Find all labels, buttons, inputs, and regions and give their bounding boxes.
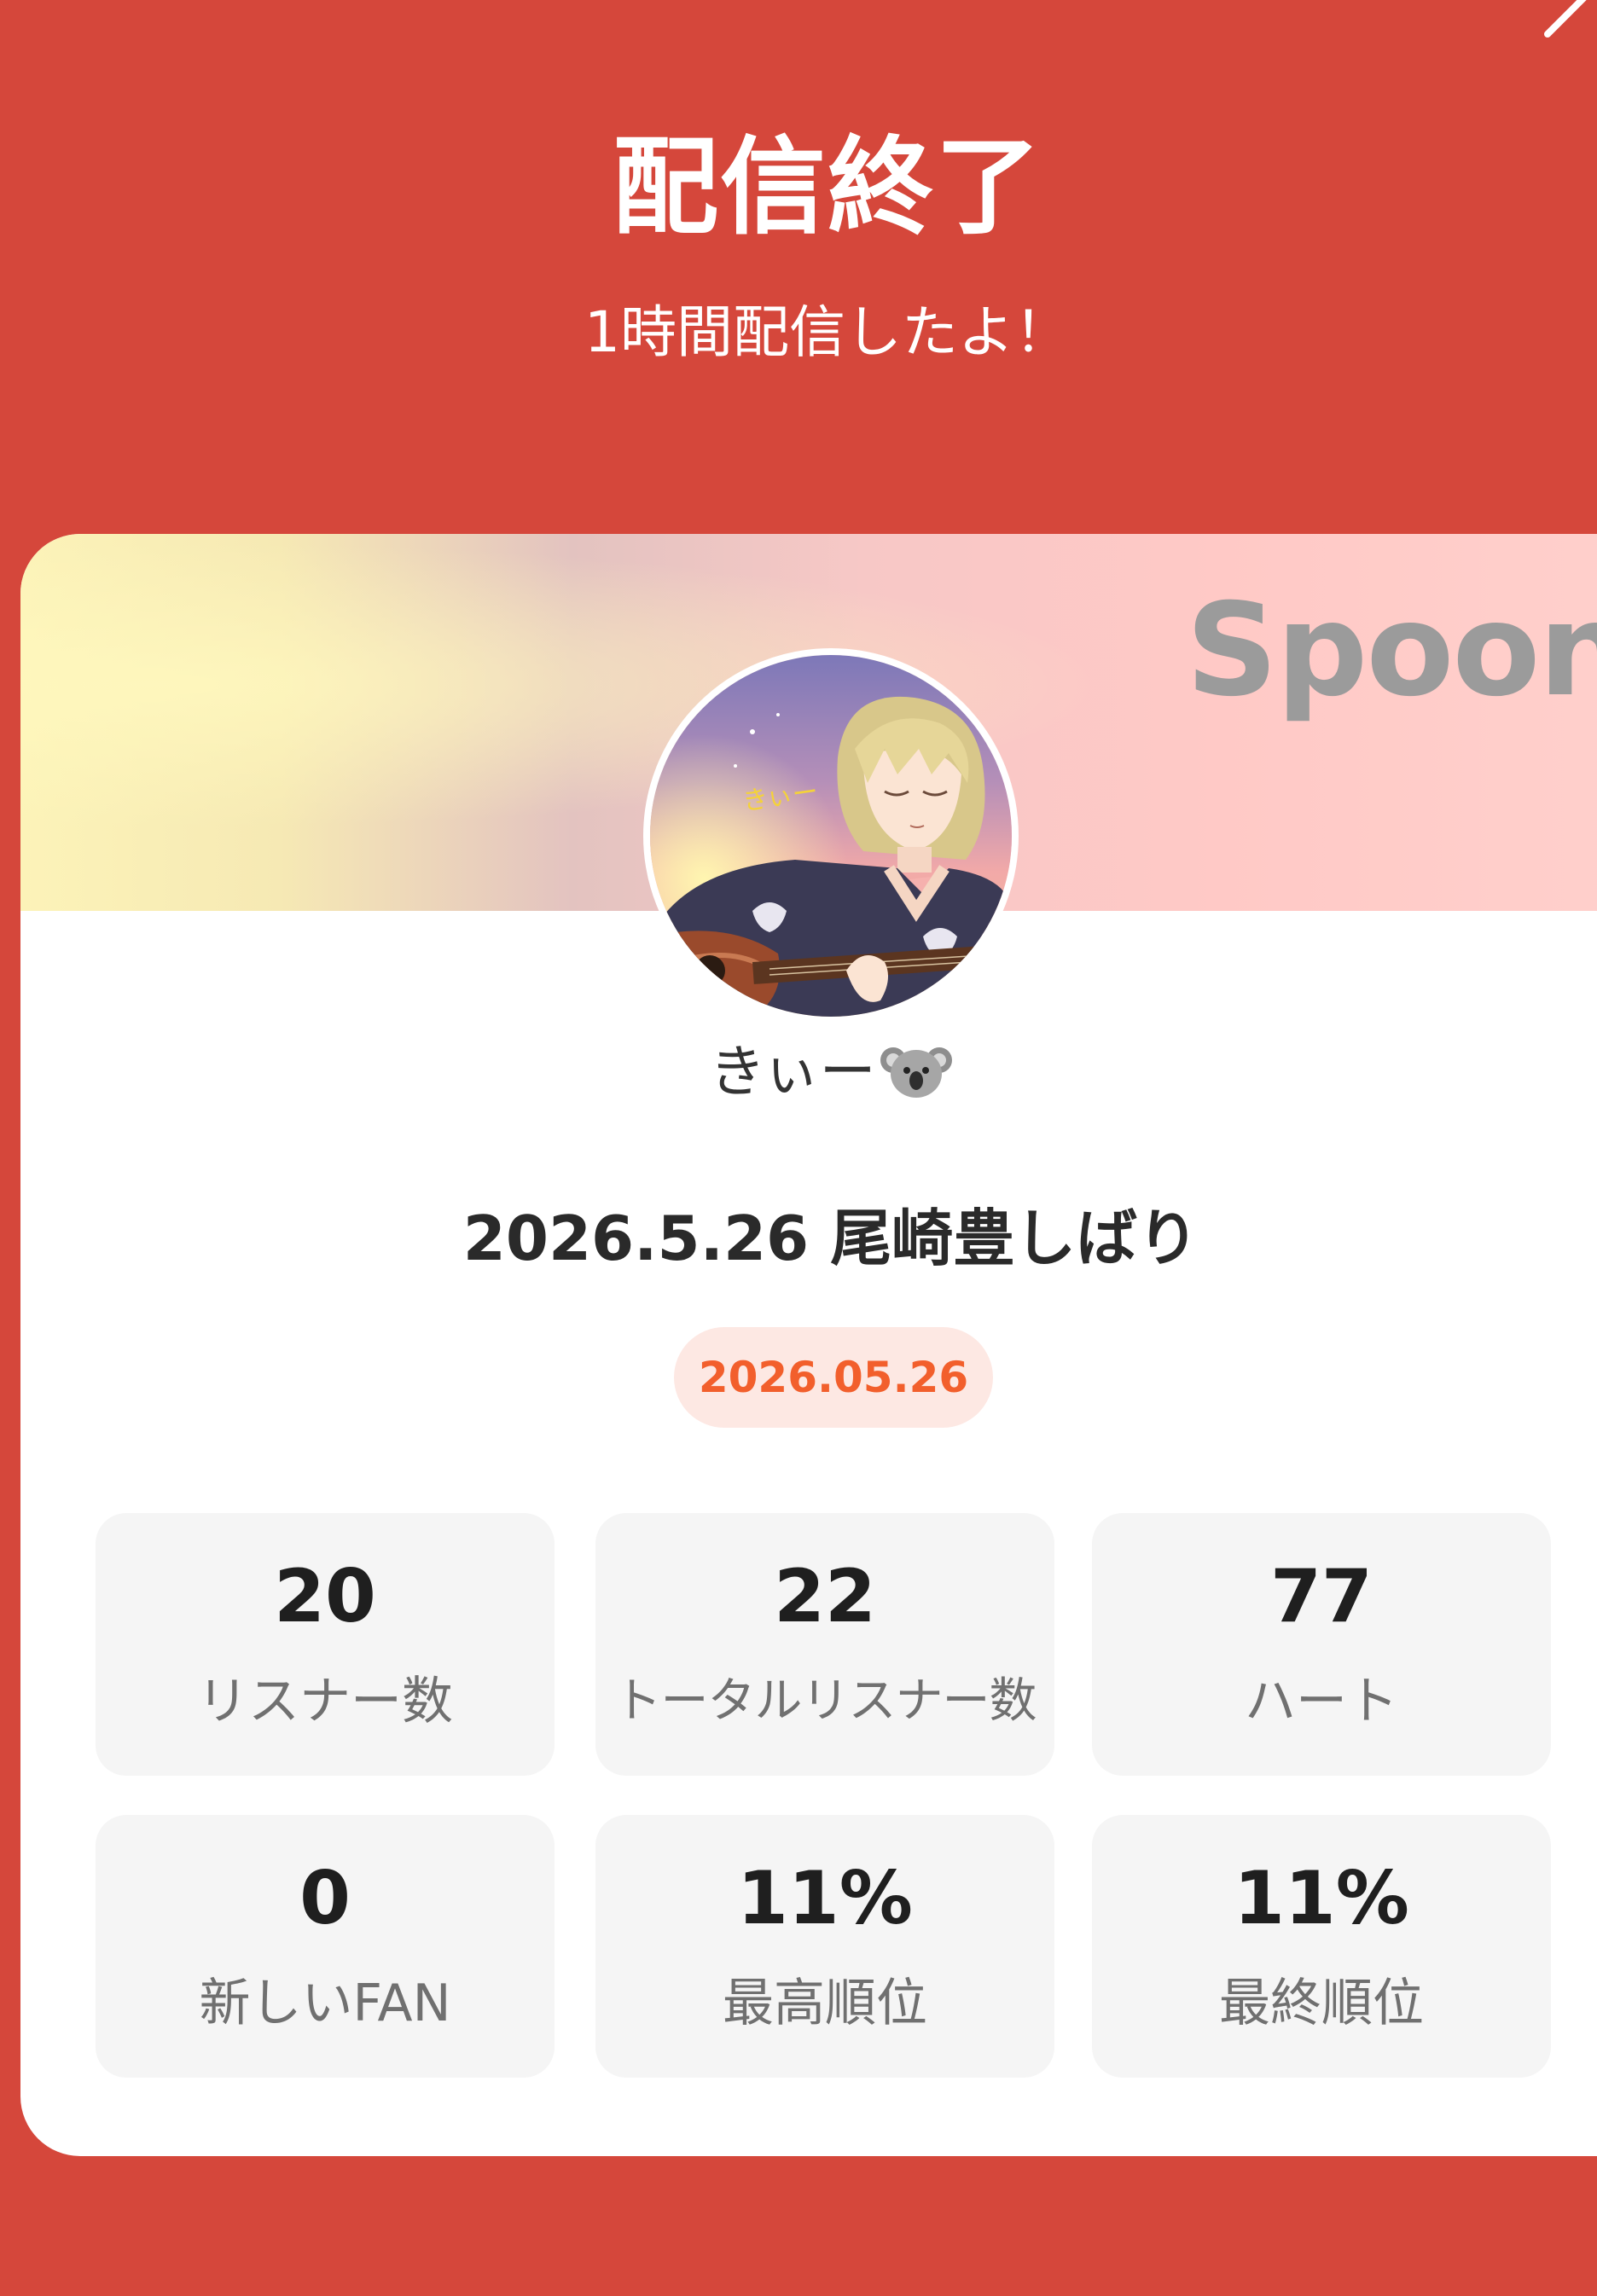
username-text: きぃー <box>709 1039 876 1105</box>
stat-total-listeners: 22 トータルリスナー数 <box>595 1513 1054 1776</box>
close-button[interactable] <box>1536 0 1597 43</box>
stat-label: 新しいFAN <box>199 1974 451 2033</box>
page-title: 配信終了 <box>612 126 1042 249</box>
stat-highest-rank: 11% 最高順位 <box>595 1815 1054 2078</box>
stat-hearts: 77 ハート <box>1092 1513 1551 1776</box>
avatar-illustration: きぃー <box>650 655 1012 1017</box>
stat-listeners: 20 リスナー数 <box>96 1513 555 1776</box>
stat-label: ハート <box>1245 1672 1398 1731</box>
koala-icon <box>880 1047 952 1098</box>
username[interactable]: きぃー <box>20 1034 1597 1110</box>
stat-value: 11% <box>1234 1856 1409 1941</box>
page-subtitle: 1時間配信したよ！ <box>584 299 1071 365</box>
stat-label: 最高順位 <box>723 1974 927 2033</box>
date-badge: 2026.05.26 <box>674 1327 993 1428</box>
spoon-logo: Spoon <box>1186 577 1597 725</box>
stat-value: 77 <box>1270 1554 1373 1639</box>
stat-value: 0 <box>299 1856 351 1941</box>
stat-label: トータルリスナー数 <box>613 1673 1037 1729</box>
close-icon <box>1544 0 1587 38</box>
stat-value: 22 <box>774 1554 876 1639</box>
stat-new-fans: 0 新しいFAN <box>96 1815 555 2078</box>
stat-value: 20 <box>274 1554 376 1639</box>
avatar[interactable]: きぃー <box>643 648 1019 1023</box>
live-title: 2026.5.26 尾崎豊しばり <box>462 1203 1199 1274</box>
stat-final-rank: 11% 最終順位 <box>1092 1815 1551 2078</box>
stat-label: リスナー数 <box>197 1672 453 1731</box>
summary-card: Spoon きぃー きぃー 2026.5.26 尾崎豊しばり 2026.05.2… <box>20 534 1597 2156</box>
stat-value: 11% <box>737 1856 913 1941</box>
stat-label: 最終順位 <box>1219 1974 1424 2033</box>
